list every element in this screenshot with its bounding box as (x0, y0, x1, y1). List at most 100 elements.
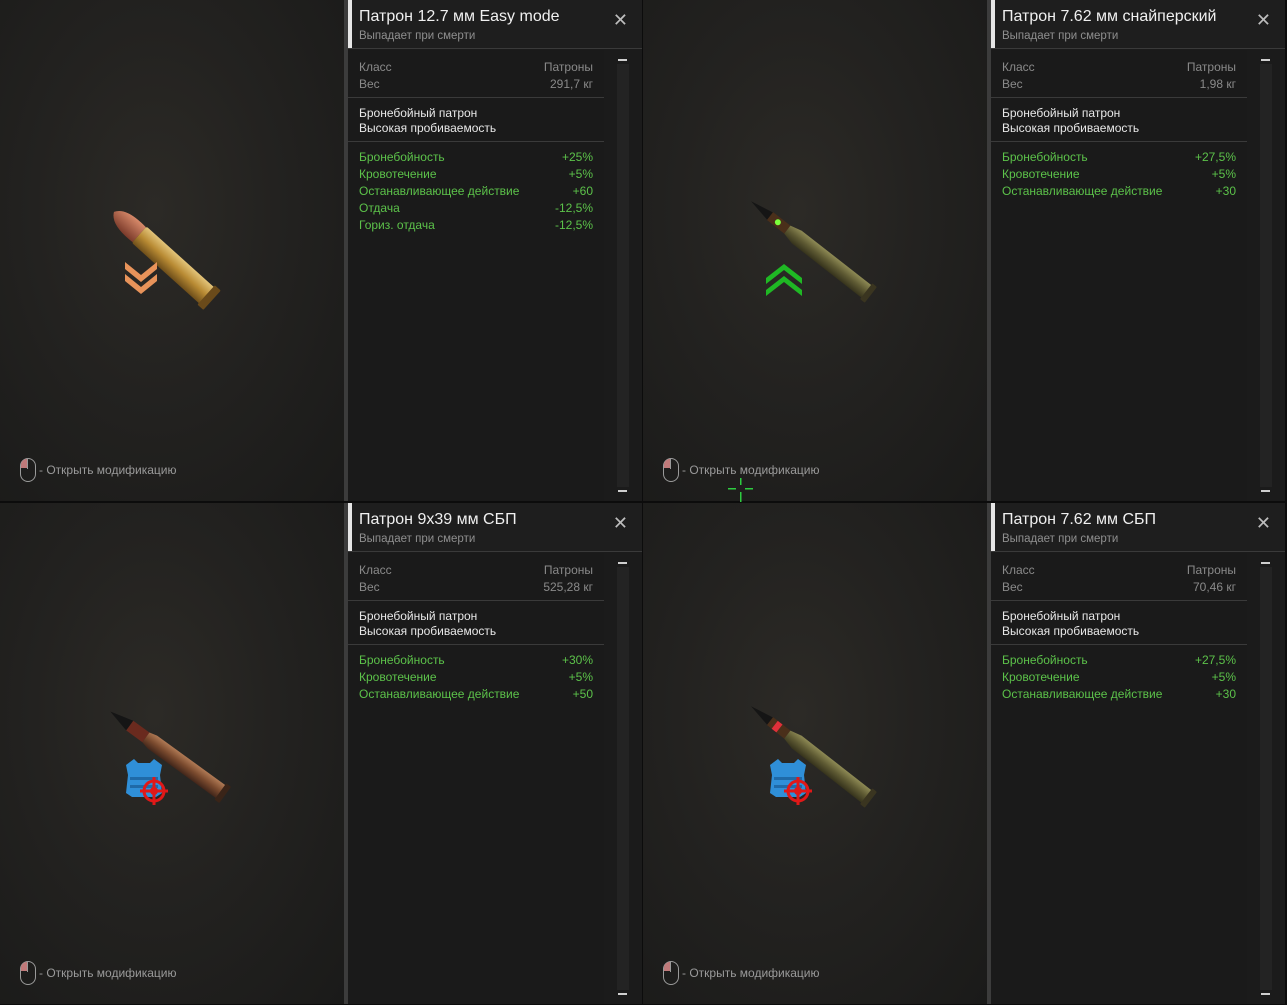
stat-value: +50 (572, 687, 593, 701)
item-card: - Открыть модификацию Патрон 7.62 мм СБП… (643, 503, 1285, 1004)
item-preview[interactable]: - Открыть модификацию (0, 503, 344, 1004)
scrollbar-track[interactable] (1260, 567, 1272, 990)
stat-row: Останавливающее действие +60 (359, 183, 593, 200)
description-line: Высокая пробиваемость (1002, 624, 1140, 638)
scroll-top-mark (618, 59, 627, 61)
stat-name: Останавливающее действие (1002, 687, 1163, 701)
stats-list: Бронебойность +25% Кровотечение +5% Остана… (348, 142, 604, 234)
item-subtitle: Выпадает при смерти (1002, 30, 1119, 42)
description-section: Бронебойный патрон Высокая пробиваемость (348, 601, 604, 645)
close-icon[interactable]: ✕ (1256, 514, 1271, 532)
hint-text: - Открыть модификацию (39, 463, 177, 477)
description-section: Бронебойный патрон Высокая пробиваемость (991, 601, 1247, 645)
stat-row: Останавливающее действие +30 (1002, 686, 1236, 703)
description-line: Бронебойный патрон (359, 609, 478, 623)
scroll-bottom-mark (618, 993, 627, 995)
stat-value: +27,5% (1194, 653, 1236, 667)
scroll-bottom-mark (1261, 490, 1270, 492)
panel-header: Патрон 7.62 мм снайперский Выпадает при … (991, 0, 1285, 49)
header-accent (348, 503, 352, 551)
stat-name: Бронебойность (1002, 653, 1088, 667)
class-value: Патроны (543, 563, 593, 577)
hint-text: - Открыть модификацию (39, 966, 177, 980)
mouse-icon (20, 961, 36, 985)
stat-value: +5% (568, 167, 593, 181)
open-modification-hint[interactable]: - Открыть модификацию (663, 961, 820, 985)
item-preview[interactable]: - Открыть модификацию (643, 503, 987, 1004)
description-line: Высокая пробиваемость (359, 624, 497, 638)
stat-row: Бронебойность +27,5% (1002, 652, 1236, 669)
description-section: Бронебойный патрон Высокая пробиваемость (991, 98, 1247, 142)
info-section: Класс Патроны Вес 291,7 кг (348, 50, 604, 98)
stat-row: Бронебойность +30% (359, 652, 593, 669)
stat-value: +30 (1215, 184, 1236, 198)
scrollbar-track[interactable] (617, 567, 629, 990)
stat-row: Бронебойность +27,5% (1002, 149, 1236, 166)
stat-value: +5% (568, 670, 593, 684)
item-card: - Открыть модификацию Патрон 9x39 мм СБП… (0, 503, 642, 1004)
scrollbar[interactable] (1247, 50, 1285, 501)
stat-row: Останавливающее действие +30 (1002, 183, 1236, 200)
header-accent (991, 0, 995, 48)
stat-row: Кровотечение +5% (359, 166, 593, 183)
item-preview[interactable]: - Открыть модификацию (643, 0, 987, 501)
class-label: Класс (1002, 563, 1035, 577)
stat-name: Останавливающее действие (359, 184, 520, 198)
stat-name: Гориз. отдача (359, 218, 435, 232)
armor-vest-target-icon (126, 759, 168, 805)
description-line: Высокая пробиваемость (359, 121, 497, 135)
open-modification-hint[interactable]: - Открыть модификацию (20, 961, 177, 985)
scroll-bottom-mark (1261, 993, 1270, 995)
description-line: Бронебойный патрон (359, 106, 478, 120)
stat-value: +25% (561, 150, 593, 164)
stats-list: Бронебойность +30% Кровотечение +5% Остана… (348, 645, 604, 703)
scrollbar[interactable] (604, 50, 642, 501)
stat-row: Отдача -12,5% (359, 200, 593, 217)
stat-name: Кровотечение (1002, 167, 1080, 181)
scrollbar-track[interactable] (617, 64, 629, 487)
stat-row: Останавливающее действие +50 (359, 686, 593, 703)
stat-name: Отдача (359, 201, 400, 215)
item-title: Патрон 9x39 мм СБП (359, 511, 517, 528)
weight-row: Вес 1,98 кг (1002, 76, 1236, 93)
item-title: Патрон 7.62 мм снайперский (1002, 8, 1217, 25)
scrollbar[interactable] (1247, 553, 1285, 1004)
stat-row: Кровотечение +5% (1002, 669, 1236, 686)
close-icon[interactable]: ✕ (1256, 11, 1271, 29)
class-label: Класс (1002, 60, 1035, 74)
close-icon[interactable]: ✕ (613, 11, 628, 29)
description-line: Высокая пробиваемость (1002, 121, 1140, 135)
mouse-icon (663, 458, 679, 482)
info-section: Класс Патроны Вес 525,28 кг (348, 553, 604, 601)
weight-label: Вес (359, 77, 380, 91)
stat-value: -12,5% (554, 218, 593, 232)
weight-label: Вес (1002, 580, 1023, 594)
stat-value: +5% (1211, 670, 1236, 684)
stats-list: Бронебойность +27,5% Кровотечение +5% Оста… (991, 645, 1247, 703)
weight-label: Вес (359, 580, 380, 594)
weight-value: 525,28 кг (543, 580, 593, 594)
scrollbar-track[interactable] (1260, 64, 1272, 487)
stat-row: Бронебойность +25% (359, 149, 593, 166)
panel-header: Патрон 12.7 мм Easy mode Выпадает при см… (348, 0, 642, 49)
panel-header: Патрон 7.62 мм СБП Выпадает при смерти ✕ (991, 503, 1285, 552)
class-value: Патроны (543, 60, 593, 74)
item-card: - Открыть модификацию Патрон 12.7 мм Eas… (0, 0, 642, 501)
item-subtitle: Выпадает при смерти (359, 533, 476, 545)
stat-name: Бронебойность (1002, 150, 1088, 164)
open-modification-hint[interactable]: - Открыть модификацию (20, 458, 177, 482)
item-subtitle: Выпадает при смерти (1002, 533, 1119, 545)
item-preview[interactable]: - Открыть модификацию (0, 0, 344, 501)
info-panel: Патрон 9x39 мм СБП Выпадает при смерти ✕… (348, 503, 642, 1004)
description-line: Бронебойный патрон (1002, 609, 1121, 623)
stat-name: Останавливающее действие (359, 687, 520, 701)
stat-name: Кровотечение (1002, 670, 1080, 684)
stat-name: Кровотечение (359, 167, 437, 181)
header-accent (991, 503, 995, 551)
scrollbar[interactable] (604, 553, 642, 1004)
hint-text: - Открыть модификацию (682, 966, 820, 980)
rarity-double-chevron-down-icon (125, 262, 157, 294)
weight-value: 70,46 кг (1193, 580, 1236, 594)
close-icon[interactable]: ✕ (613, 514, 628, 532)
stat-name: Бронебойность (359, 150, 445, 164)
